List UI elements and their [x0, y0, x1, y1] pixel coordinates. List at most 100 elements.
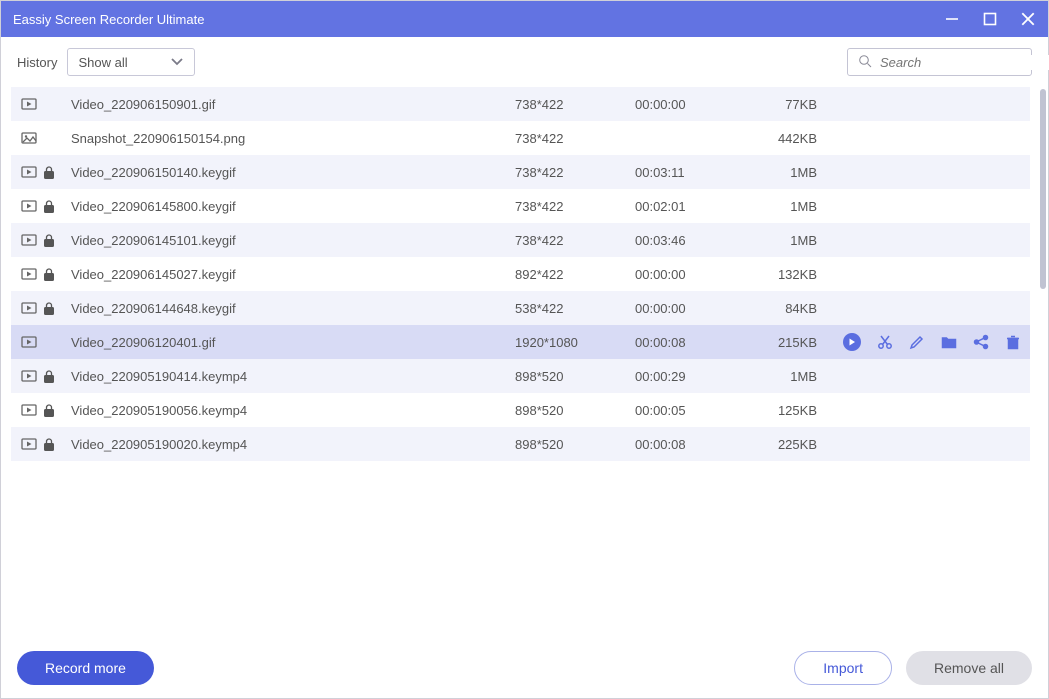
table-row[interactable]: Snapshot_220906150154.png738*422 442KB [11, 121, 1030, 155]
filter-dropdown[interactable]: Show all [67, 48, 195, 76]
dimensions: 538*422 [515, 301, 635, 316]
file-name: Video_220906120401.gif [71, 335, 515, 350]
file-size: 225KB [755, 437, 825, 452]
app-window: Eassiy Screen Recorder Ultimate History … [0, 0, 1049, 699]
cut-button[interactable] [877, 334, 893, 350]
file-size: 1MB [755, 369, 825, 384]
image-icon [21, 131, 43, 145]
filter-selected-value: Show all [78, 55, 127, 70]
duration: 00:00:00 [635, 267, 755, 282]
table-row[interactable]: Video_220905190056.keymp4898*52000:00:05… [11, 393, 1030, 427]
lock-icon [43, 370, 71, 383]
file-name: Video_220906145101.keygif [71, 233, 515, 248]
video-icon [21, 97, 43, 111]
dimensions: 1920*1080 [515, 335, 635, 350]
search-input[interactable] [880, 55, 1049, 70]
dimensions: 738*422 [515, 97, 635, 112]
dimensions: 898*520 [515, 369, 635, 384]
lock-icon [43, 268, 71, 281]
record-more-button[interactable]: Record more [17, 651, 154, 685]
file-size: 1MB [755, 233, 825, 248]
delete-button[interactable] [1005, 334, 1021, 350]
table-row[interactable]: Video_220906144648.keygif538*42200:00:00… [11, 291, 1030, 325]
file-size: 84KB [755, 301, 825, 316]
video-icon [21, 301, 43, 315]
row-actions [825, 333, 1030, 351]
history-label: History [17, 55, 57, 70]
search-icon [858, 54, 872, 71]
video-icon [21, 165, 43, 179]
scrollbar-thumb[interactable] [1040, 89, 1046, 289]
close-button[interactable] [1020, 11, 1036, 27]
file-name: Video_220906144648.keygif [71, 301, 515, 316]
file-name: Video_220906145800.keygif [71, 199, 515, 214]
file-name: Video_220905190020.keymp4 [71, 437, 515, 452]
dimensions: 738*422 [515, 131, 635, 146]
import-button[interactable]: Import [794, 651, 892, 685]
file-size: 1MB [755, 165, 825, 180]
file-size: 215KB [755, 335, 825, 350]
duration: 00:00:08 [635, 335, 755, 350]
duration: 00:00:08 [635, 437, 755, 452]
toolbar: History Show all [1, 37, 1048, 87]
dimensions: 898*520 [515, 437, 635, 452]
open-folder-button[interactable] [941, 334, 957, 350]
lock-icon [43, 166, 71, 179]
duration: 00:03:11 [635, 165, 755, 180]
lock-icon [43, 200, 71, 213]
file-size: 1MB [755, 199, 825, 214]
duration: 00:00:00 [635, 301, 755, 316]
scrollbar[interactable] [1038, 87, 1048, 638]
video-icon [21, 437, 43, 451]
table-row[interactable]: Video_220906145027.keygif892*42200:00:00… [11, 257, 1030, 291]
maximize-button[interactable] [982, 11, 998, 27]
file-name: Video_220905190056.keymp4 [71, 403, 515, 418]
lock-icon [43, 234, 71, 247]
file-size: 132KB [755, 267, 825, 282]
dimensions: 892*422 [515, 267, 635, 282]
lock-icon [43, 438, 71, 451]
video-icon [21, 233, 43, 247]
table-row[interactable]: Video_220906120401.gif1920*108000:00:082… [11, 325, 1030, 359]
play-button[interactable] [843, 333, 861, 351]
dimensions: 738*422 [515, 199, 635, 214]
video-icon [21, 335, 43, 349]
video-icon [21, 267, 43, 281]
table-row[interactable]: Video_220906145101.keygif738*42200:03:46… [11, 223, 1030, 257]
share-button[interactable] [973, 334, 989, 350]
search-box[interactable] [847, 48, 1032, 76]
dimensions: 738*422 [515, 233, 635, 248]
file-name: Video_220906150901.gif [71, 97, 515, 112]
recordings-list: Video_220906150901.gif738*42200:00:0077K… [1, 87, 1048, 638]
table-row[interactable]: Video_220906150140.keygif738*42200:03:11… [11, 155, 1030, 189]
duration: 00:02:01 [635, 199, 755, 214]
duration: 00:03:46 [635, 233, 755, 248]
table-row[interactable]: Video_220905190020.keymp4898*52000:00:08… [11, 427, 1030, 461]
dimensions: 738*422 [515, 165, 635, 180]
title-bar: Eassiy Screen Recorder Ultimate [1, 1, 1048, 37]
lock-icon [43, 302, 71, 315]
remove-all-button[interactable]: Remove all [906, 651, 1032, 685]
duration: 00:00:00 [635, 97, 755, 112]
video-icon [21, 369, 43, 383]
file-name: Snapshot_220906150154.png [71, 131, 515, 146]
window-title: Eassiy Screen Recorder Ultimate [13, 12, 944, 27]
lock-icon [43, 404, 71, 417]
table-row[interactable]: Video_220905190414.keymp4898*52000:00:29… [11, 359, 1030, 393]
file-name: Video_220906150140.keygif [71, 165, 515, 180]
file-name: Video_220906145027.keygif [71, 267, 515, 282]
table-row[interactable]: Video_220906150901.gif738*42200:00:0077K… [11, 87, 1030, 121]
duration: 00:00:29 [635, 369, 755, 384]
minimize-button[interactable] [944, 11, 960, 27]
footer: Record more Import Remove all [1, 638, 1048, 698]
dimensions: 898*520 [515, 403, 635, 418]
file-name: Video_220905190414.keymp4 [71, 369, 515, 384]
edit-button[interactable] [909, 334, 925, 350]
file-size: 125KB [755, 403, 825, 418]
chevron-down-icon [170, 55, 184, 70]
file-size: 77KB [755, 97, 825, 112]
window-controls [944, 11, 1036, 27]
table-row[interactable]: Video_220906145800.keygif738*42200:02:01… [11, 189, 1030, 223]
file-size: 442KB [755, 131, 825, 146]
video-icon [21, 199, 43, 213]
